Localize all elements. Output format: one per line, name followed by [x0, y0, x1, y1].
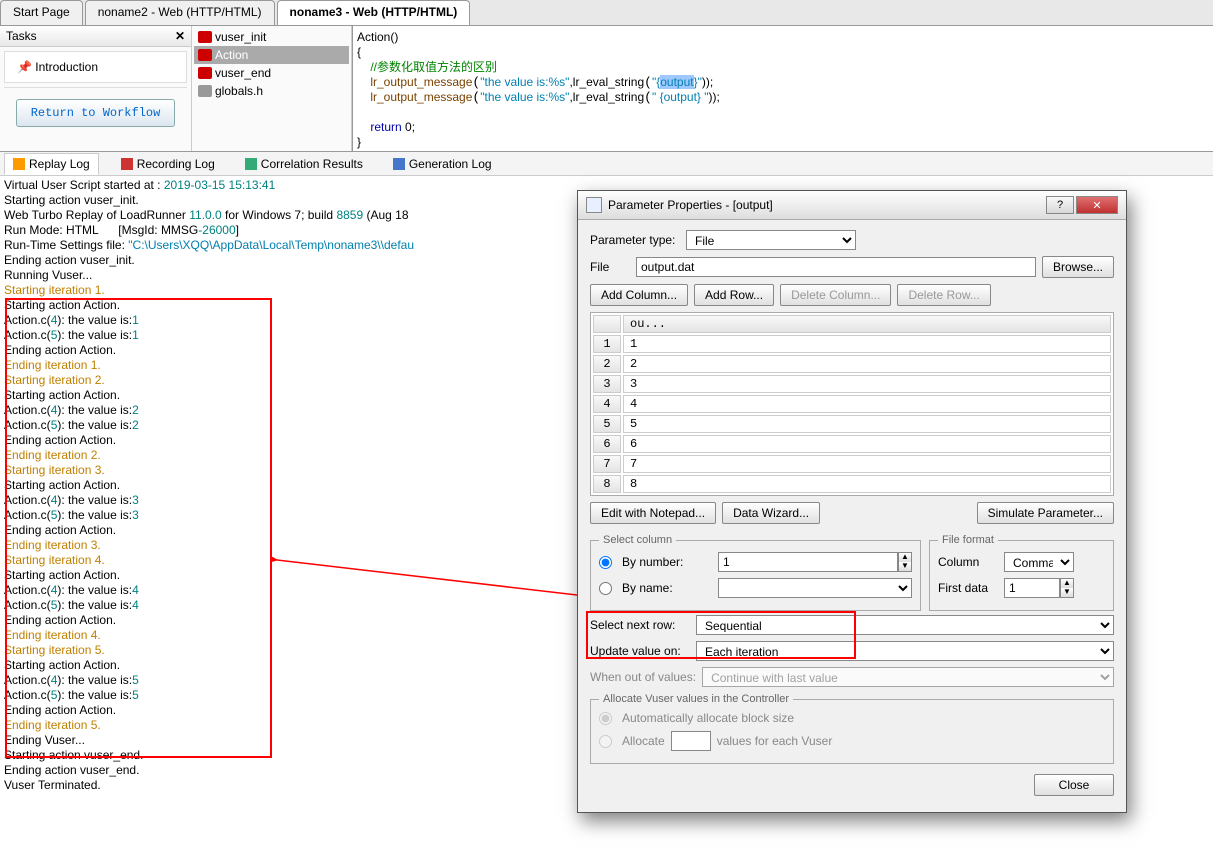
by-name-radio[interactable] — [599, 582, 612, 595]
recording-icon — [121, 158, 133, 170]
parameter-properties-dialog: Parameter Properties - [output] ? ✕ Para… — [577, 190, 1127, 813]
dialog-close-button[interactable]: Close — [1034, 774, 1114, 796]
param-type-label: Parameter type: — [590, 233, 680, 247]
when-out-label: When out of values: — [590, 670, 696, 684]
tab-start-page[interactable]: Start Page — [0, 0, 83, 25]
file-label: File — [590, 260, 630, 274]
tasks-title: Tasks — [6, 29, 37, 43]
script-icon — [198, 31, 212, 43]
return-workflow-button[interactable]: Return to Workflow — [16, 99, 176, 127]
allocate-count-input — [671, 731, 711, 751]
tree-vuser-init[interactable]: vuser_init — [194, 28, 349, 46]
data-grid[interactable]: ou... 1122334455667788 — [590, 312, 1114, 496]
task-introduction[interactable]: 📌 Introduction — [4, 51, 187, 83]
tab-generation-log[interactable]: Generation Log — [385, 154, 500, 174]
delete-row-button[interactable]: Delete Row... — [897, 284, 990, 306]
file-format-legend: File format — [938, 534, 998, 546]
delete-column-button[interactable]: Delete Column... — [780, 284, 891, 306]
header-icon — [198, 85, 212, 97]
spinner-icon[interactable]: ▲▼ — [1060, 578, 1074, 598]
simulate-parameter-button[interactable]: Simulate Parameter... — [977, 502, 1114, 524]
allocate-legend: Allocate Vuser values in the Controller — [599, 693, 793, 705]
correlation-icon — [245, 158, 257, 170]
add-row-button[interactable]: Add Row... — [694, 284, 774, 306]
browse-button[interactable]: Browse... — [1042, 256, 1114, 278]
code-editor[interactable]: Action() { //参数化取值方法的区别 lr_output_messag… — [352, 26, 1213, 151]
select-column-legend: Select column — [599, 534, 676, 546]
tree-vuser-end[interactable]: vuser_end — [194, 64, 349, 82]
select-next-row-label: Select next row: — [590, 618, 690, 632]
tasks-panel: Tasks ✕ 📌 Introduction Return to Workflo… — [0, 26, 192, 151]
by-number-radio[interactable] — [599, 556, 612, 569]
close-button[interactable]: ✕ — [1076, 196, 1118, 214]
grid-column-header[interactable]: ou... — [623, 315, 1111, 333]
replay-icon — [13, 158, 25, 170]
spinner-icon[interactable]: ▲▼ — [898, 552, 912, 572]
add-column-button[interactable]: Add Column... — [590, 284, 688, 306]
help-button[interactable]: ? — [1046, 196, 1074, 214]
script-icon — [198, 67, 212, 79]
dialog-title: Parameter Properties - [output] — [608, 198, 773, 212]
select-next-row-select[interactable]: Sequential — [696, 615, 1114, 635]
tab-noname3[interactable]: noname3 - Web (HTTP/HTML) — [277, 0, 471, 25]
file-input[interactable] — [636, 257, 1036, 277]
tree-action[interactable]: Action — [194, 46, 349, 64]
tab-noname2[interactable]: noname2 - Web (HTTP/HTML) — [85, 0, 275, 25]
by-name-select[interactable] — [718, 578, 912, 598]
column-delimiter-select[interactable]: Comma — [1004, 552, 1074, 572]
update-value-on-label: Update value on: — [590, 644, 690, 658]
tab-correlation-results[interactable]: Correlation Results — [237, 154, 371, 174]
script-icon — [198, 49, 212, 61]
auto-allocate-radio — [599, 712, 612, 725]
allocate-radio — [599, 735, 612, 748]
data-wizard-button[interactable]: Data Wizard... — [722, 502, 820, 524]
log-tabbar: Replay Log Recording Log Correlation Res… — [0, 152, 1213, 176]
tab-replay-log[interactable]: Replay Log — [4, 153, 99, 175]
edit-notepad-button[interactable]: Edit with Notepad... — [590, 502, 716, 524]
tree-globals-h[interactable]: globals.h — [194, 82, 349, 100]
when-out-select: Continue with last value — [702, 667, 1114, 687]
by-number-input[interactable] — [718, 552, 898, 572]
first-data-input[interactable] — [1004, 578, 1060, 598]
document-tabbar: Start Page noname2 - Web (HTTP/HTML) non… — [0, 0, 1213, 26]
task-introduction-label: Introduction — [35, 60, 98, 74]
tab-recording-log[interactable]: Recording Log — [113, 154, 223, 174]
update-value-on-select[interactable]: Each iteration — [696, 641, 1114, 661]
script-tree: vuser_init Action vuser_end globals.h — [192, 26, 352, 151]
dialog-icon — [586, 197, 602, 213]
generation-icon — [393, 158, 405, 170]
param-type-select[interactable]: File — [686, 230, 856, 250]
close-icon[interactable]: ✕ — [175, 29, 185, 43]
